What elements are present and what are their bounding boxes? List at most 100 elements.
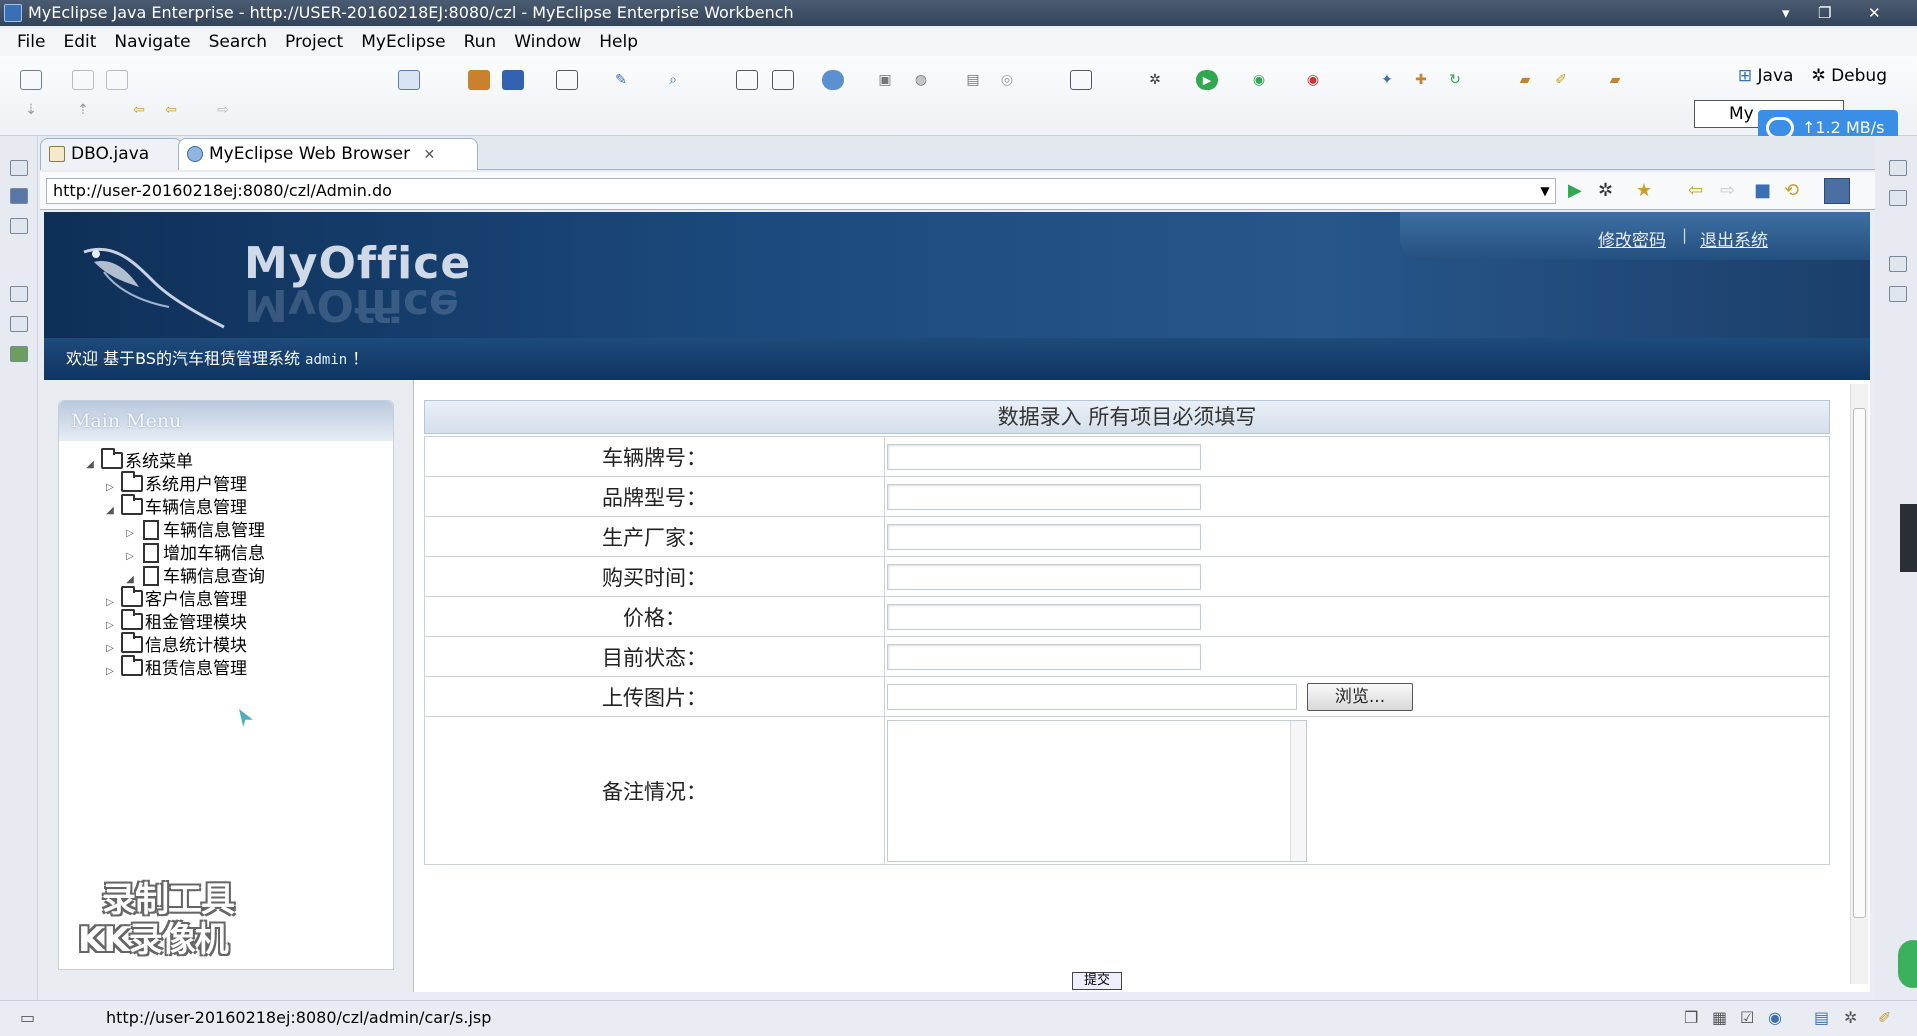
stop-server-icon[interactable]: ◍ (910, 70, 932, 90)
expand-arrow-icon[interactable]: ▷ (103, 661, 117, 683)
print-icon[interactable] (106, 70, 128, 90)
restore-window-icon[interactable]: ❐ (1818, 0, 1831, 26)
debug-page-icon[interactable]: ✲ (1598, 182, 1613, 200)
menu-project[interactable]: Project (276, 28, 352, 56)
search-icon[interactable]: ⌕ (662, 70, 684, 90)
task-icon[interactable]: ▰ (1604, 70, 1626, 90)
new-icon[interactable] (20, 70, 42, 90)
outline-view-icon[interactable] (1889, 190, 1907, 206)
tree-node-add-vehicle[interactable]: ▷ 增加车辆信息 (123, 543, 265, 565)
status-globe-icon[interactable]: ◉ (1768, 1001, 1782, 1035)
status-tasks-icon[interactable]: ☑ (1740, 1001, 1754, 1035)
menu-search[interactable]: Search (200, 28, 276, 56)
close-window-icon[interactable]: ✕ (1868, 0, 1881, 26)
url-history-dropdown-icon[interactable]: ▼ (1534, 178, 1556, 204)
outline-icon[interactable] (10, 218, 28, 234)
side-handle[interactable] (1900, 504, 1917, 572)
browser-forward-icon[interactable]: ⇨ (1720, 182, 1735, 200)
plate-number-input[interactable] (887, 444, 1201, 471)
perspective-debug[interactable]: ✲ Debug (1811, 66, 1887, 86)
brand-model-input[interactable] (887, 484, 1201, 511)
menu-help[interactable]: Help (590, 28, 647, 56)
tree-node-rent-mgmt[interactable]: ▷ 租金管理模块 (103, 609, 247, 637)
expand-arrow-icon[interactable]: ▷ (103, 592, 117, 614)
status-servers-icon[interactable]: ✲ (1844, 1001, 1857, 1035)
tree-node-system-menu[interactable]: ◢ 系统菜单 (83, 448, 193, 476)
tree-node-vehicle-mgmt[interactable]: ◢ 车辆信息管理 (103, 494, 247, 522)
tree-node-lease-mgmt[interactable]: ▷ 租赁信息管理 (103, 655, 247, 683)
class-icon[interactable] (502, 70, 524, 90)
status-pen-icon[interactable]: ✐ (1878, 1001, 1891, 1035)
restore-view-icon-right-2[interactable] (1889, 256, 1907, 272)
floating-widget-icon[interactable] (1898, 940, 1917, 988)
navigator-icon[interactable] (10, 346, 28, 362)
prev-annotation-icon[interactable]: ⇡ (72, 100, 94, 120)
browser-back-icon[interactable]: ⇦ (1688, 182, 1703, 200)
page-vertical-scrollbar[interactable] (1850, 384, 1868, 984)
menu-window[interactable]: Window (505, 28, 590, 56)
price-input[interactable] (887, 604, 1201, 631)
forward-icon[interactable]: ⇨ (212, 100, 234, 120)
save-icon[interactable] (72, 70, 94, 90)
change-password-link[interactable]: 修改密码 (1598, 226, 1666, 251)
collapse-arrow-icon[interactable]: ◢ (83, 454, 97, 476)
hierarchy-icon[interactable] (10, 316, 28, 332)
debug-icon[interactable]: ✲ (1144, 70, 1166, 90)
globe-icon[interactable] (822, 70, 844, 90)
go-icon[interactable]: ▶ (1568, 182, 1582, 200)
restore-view-icon-2[interactable] (10, 286, 28, 302)
collapse-arrow-icon[interactable]: ◢ (103, 500, 117, 522)
current-status-input[interactable] (887, 644, 1201, 671)
console-view-icon[interactable] (1889, 286, 1907, 302)
open-type-icon[interactable] (398, 70, 420, 90)
dropdown-icon[interactable]: ▾ (1782, 0, 1790, 26)
favorite-icon[interactable]: ★ (1636, 182, 1652, 200)
coverage-icon[interactable]: ◉ (1248, 70, 1270, 90)
perspective-java[interactable]: ⊞ Java (1738, 66, 1794, 86)
expand-arrow-icon[interactable]: ▷ (103, 615, 117, 637)
restore-view-icon-right[interactable] (1889, 160, 1907, 176)
manufacturer-input[interactable] (887, 524, 1201, 551)
pen-icon[interactable]: ✐ (1550, 70, 1572, 90)
refresh-icon[interactable]: ↻ (1444, 70, 1466, 90)
status-restore-icon[interactable]: ❐ (1684, 1001, 1698, 1035)
url-input[interactable]: http://user-20160218ej:8080/czl/Admin.do (46, 178, 1556, 204)
close-tab-icon[interactable]: ✕ (424, 147, 436, 163)
external-tools-icon[interactable]: ◉ (1302, 70, 1324, 90)
menu-run[interactable]: Run (455, 28, 506, 56)
textarea-scrollbar[interactable] (1290, 720, 1306, 861)
browser-refresh-icon[interactable]: ⟲ (1784, 182, 1799, 200)
expand-arrow-icon[interactable]: ▷ (103, 638, 117, 660)
logout-link[interactable]: 退出系统 (1700, 226, 1768, 251)
tree-node-user-mgmt[interactable]: ▷ 系统用户管理 (103, 471, 247, 496)
deploy-icon[interactable] (736, 70, 758, 90)
fast-view-icon[interactable]: ▭ (20, 1001, 35, 1035)
status-console-icon[interactable]: ▤ (1814, 1001, 1829, 1035)
new-package-icon[interactable]: ✚ (1410, 70, 1432, 90)
run-server-icon[interactable]: ▣ (874, 70, 896, 90)
undeploy-icon[interactable] (772, 70, 794, 90)
run-icon[interactable]: ▶ (1196, 70, 1218, 90)
myeclipse-browser-icon[interactable] (1824, 178, 1850, 204)
browse-button[interactable]: 浏览... (1307, 682, 1413, 711)
restore-view-icon[interactable] (10, 160, 28, 176)
tree-node-statistics[interactable]: ▷ 信息统计模块 (103, 632, 247, 660)
report-icon[interactable]: ▤ (962, 70, 984, 90)
submit-button[interactable]: 提交 (1072, 972, 1122, 990)
stop-icon[interactable]: ■ (1754, 182, 1771, 200)
remark-textarea[interactable] (887, 719, 1307, 862)
tab-dbo-java[interactable]: DBO.java (40, 138, 182, 170)
wizard-icon[interactable]: ✎ (610, 70, 632, 90)
tree-node-customer-mgmt[interactable]: ▷ 客户信息管理 (103, 586, 247, 614)
web-service-icon[interactable]: ◎ (996, 70, 1018, 90)
package-explorer-icon[interactable] (10, 188, 28, 204)
tree-node-vehicle-query[interactable]: ◢ 车辆信息查询 (123, 566, 265, 588)
menu-file[interactable]: File (8, 28, 54, 56)
last-edit-icon[interactable]: ⇦ (128, 100, 150, 120)
screenshot-icon[interactable] (1070, 70, 1092, 90)
back-icon[interactable]: ⇦ (160, 100, 182, 120)
menu-navigate[interactable]: Navigate (105, 28, 199, 56)
purchase-date-input[interactable] (887, 564, 1201, 591)
scrollbar-thumb[interactable] (1853, 408, 1866, 918)
menu-edit[interactable]: Edit (54, 28, 105, 56)
